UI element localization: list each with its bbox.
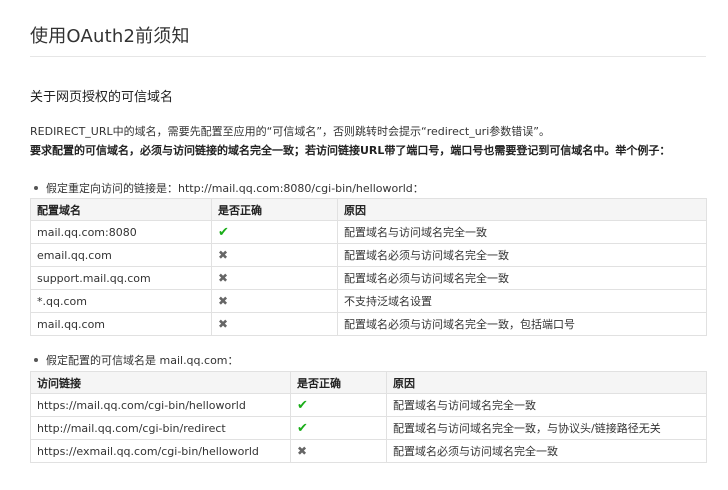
cross-icon: ✖ [218, 294, 229, 308]
table-row: http://mail.qq.com/cgi-bin/redirect ✔ 配置… [30, 416, 707, 440]
reason-cell: 配置域名与访问域名完全一致 [386, 393, 707, 417]
example2-bullet-text: 假定配置的可信域名是 mail.qq.com： [46, 354, 239, 367]
example1-table: 配置域名 是否正确 原因 mail.qq.com:8080 ✔ 配置域名与访问域… [30, 198, 707, 336]
check-icon: ✔ [297, 397, 308, 413]
bullet-dot [34, 358, 38, 362]
check-icon: ✔ [297, 420, 308, 436]
cross-icon: ✖ [297, 444, 308, 458]
url-cell: http://mail.qq.com/cgi-bin/redirect [30, 416, 291, 440]
column-header-reason: 原因 [337, 198, 707, 221]
table-row: support.mail.qq.com ✖ 配置域名必须与访问域名完全一致 [30, 266, 707, 290]
check-icon: ✔ [218, 224, 229, 240]
title-divider [30, 56, 706, 57]
column-header-correct: 是否正确 [290, 371, 387, 394]
reason-cell: 不支持泛域名设置 [337, 289, 707, 313]
table-row: email.qq.com ✖ 配置域名必须与访问域名完全一致 [30, 243, 707, 267]
reason-cell: 配置域名必须与访问域名完全一致 [386, 439, 707, 463]
example2-table: 访问链接 是否正确 原因 https://mail.qq.com/cgi-bin… [30, 371, 707, 463]
table-row: https://exmail.qq.com/cgi-bin/helloworld… [30, 439, 707, 463]
reason-cell: 配置域名与访问域名完全一致，与协议头/链接路径无关 [386, 416, 707, 440]
domain-cell: *.qq.com [30, 289, 212, 313]
cross-icon: ✖ [218, 317, 229, 331]
section-title: 关于网页授权的可信域名 [30, 90, 174, 105]
column-header-domain: 配置域名 [30, 198, 212, 221]
table-row: *.qq.com ✖ 不支持泛域名设置 [30, 289, 707, 313]
cross-icon: ✖ [218, 248, 229, 262]
url-cell: https://exmail.qq.com/cgi-bin/helloworld [30, 439, 291, 463]
table-row: mail.qq.com ✖ 配置域名必须与访问域名完全一致，包括端口号 [30, 312, 707, 336]
column-header-correct: 是否正确 [211, 198, 338, 221]
domain-cell: mail.qq.com [30, 312, 212, 336]
table-header-row: 配置域名 是否正确 原因 [30, 198, 707, 221]
url-cell: https://mail.qq.com/cgi-bin/helloworld [30, 393, 291, 417]
column-header-reason: 原因 [386, 371, 707, 394]
requirement-paragraph: 要求配置的可信域名，必须与访问链接的域名完全一致；若访问链接URL带了端口号，端… [30, 144, 671, 157]
column-header-url: 访问链接 [30, 371, 291, 394]
domain-cell: email.qq.com [30, 243, 212, 267]
example2-bullet: 假定配置的可信域名是 mail.qq.com： [34, 352, 239, 368]
reason-cell: 配置域名必须与访问域名完全一致 [337, 243, 707, 267]
reason-cell: 配置域名与访问域名完全一致 [337, 220, 707, 244]
example1-bullet-text: 假定重定向访问的链接是：http://mail.qq.com:8080/cgi-… [46, 182, 424, 195]
domain-cell: mail.qq.com:8080 [30, 220, 212, 244]
intro-paragraph: REDIRECT_URL中的域名，需要先配置至应用的“可信域名”，否则跳转时会提… [30, 125, 550, 138]
reason-cell: 配置域名必须与访问域名完全一致，包括端口号 [337, 312, 707, 336]
bullet-dot [34, 186, 38, 190]
table-header-row: 访问链接 是否正确 原因 [30, 371, 707, 394]
cross-icon: ✖ [218, 271, 229, 285]
table-row: https://mail.qq.com/cgi-bin/helloworld ✔… [30, 393, 707, 417]
reason-cell: 配置域名必须与访问域名完全一致 [337, 266, 707, 290]
table-row: mail.qq.com:8080 ✔ 配置域名与访问域名完全一致 [30, 220, 707, 244]
domain-cell: support.mail.qq.com [30, 266, 212, 290]
page-title: 使用OAuth2前须知 [30, 26, 190, 47]
example1-bullet: 假定重定向访问的链接是：http://mail.qq.com:8080/cgi-… [34, 180, 424, 196]
